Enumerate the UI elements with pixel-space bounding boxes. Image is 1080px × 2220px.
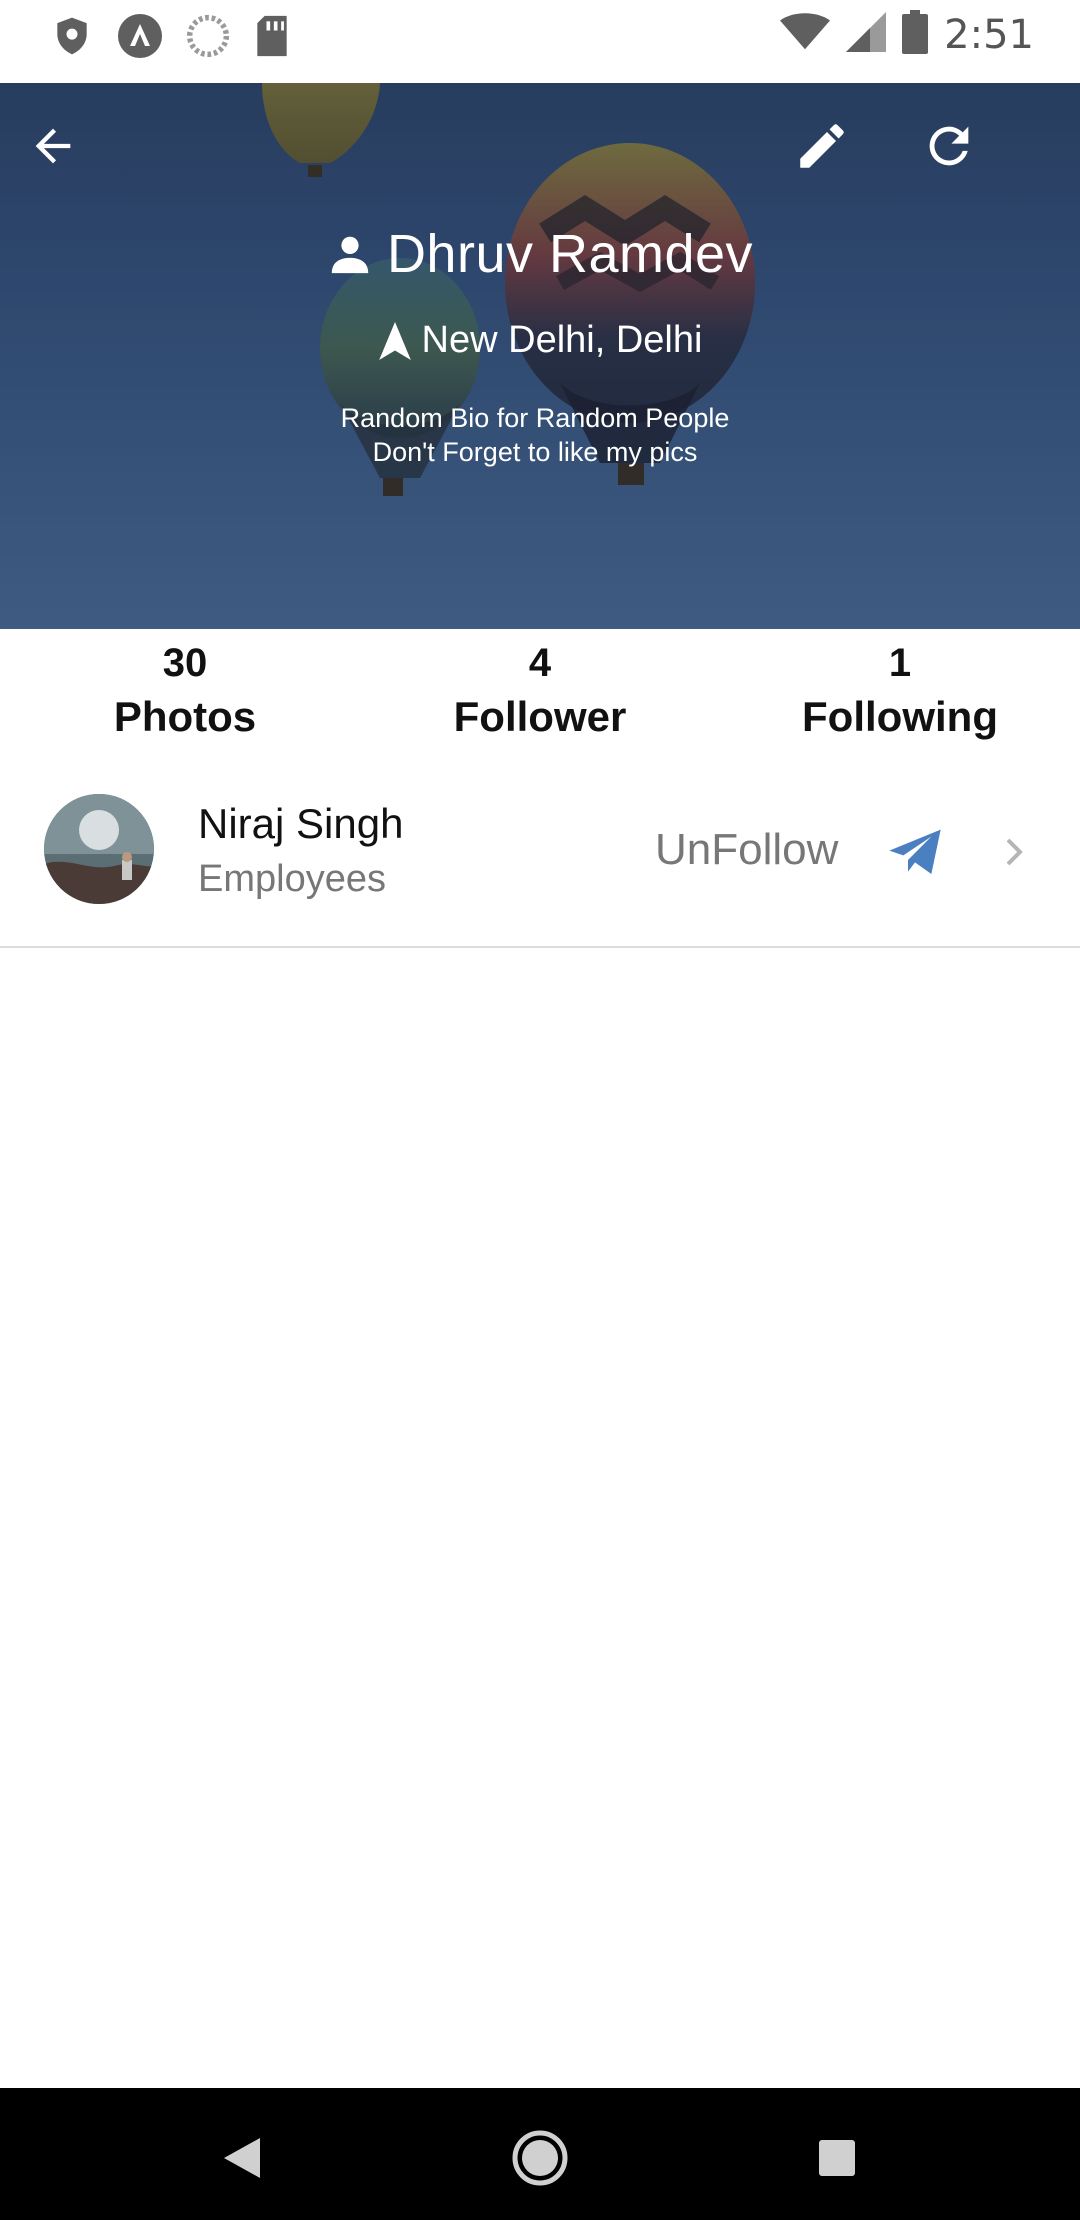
following-count: 1 bbox=[888, 641, 912, 685]
unfollow-button[interactable]: UnFollow bbox=[655, 825, 838, 875]
person-icon bbox=[331, 236, 369, 274]
stat-photos[interactable]: 30 Photos bbox=[85, 637, 285, 745]
profile-screen: 2:51 Dhruv Ramdev New Delhi, Delhi Rando… bbox=[0, 0, 1080, 2220]
followers-label: Follower bbox=[453, 693, 627, 740]
profile-location-row: New Delhi, Delhi bbox=[0, 319, 1080, 362]
sd-card-icon bbox=[252, 14, 292, 63]
arrow-left-icon bbox=[35, 128, 71, 164]
sync-circle-icon bbox=[186, 14, 230, 63]
profile-name-row: Dhruv Ramdev bbox=[0, 223, 1080, 285]
pencil-icon bbox=[800, 124, 844, 168]
status-bar: 2:51 bbox=[0, 0, 1080, 83]
photos-count: 30 bbox=[162, 641, 208, 685]
profile-bio: Random Bio for Random People Don't Forge… bbox=[0, 401, 1070, 469]
nav-back-icon bbox=[224, 2138, 260, 2178]
stat-followers[interactable]: 4 Follower bbox=[440, 637, 640, 745]
profile-location: New Delhi, Delhi bbox=[421, 319, 703, 361]
nav-recents-button[interactable] bbox=[797, 2118, 877, 2198]
status-system-icons: 2:51 bbox=[780, 10, 1034, 59]
list-item-subtitle: Employees bbox=[198, 858, 386, 900]
edit-profile-button[interactable] bbox=[777, 101, 867, 191]
profile-header: Dhruv Ramdev New Delhi, Delhi Random Bio… bbox=[0, 83, 1080, 629]
nav-home-icon bbox=[512, 2130, 568, 2186]
chevron-right-icon bbox=[1006, 838, 1023, 866]
bio-line: Random Bio for Random People bbox=[340, 403, 730, 433]
navigation-arrow-icon bbox=[378, 321, 411, 360]
profile-name: Dhruv Ramdev bbox=[386, 224, 754, 284]
avatar bbox=[44, 794, 154, 904]
nav-home-button[interactable] bbox=[500, 2118, 580, 2198]
refresh-button[interactable] bbox=[904, 101, 994, 191]
send-message-button[interactable] bbox=[887, 825, 943, 881]
status-time: 2:51 bbox=[944, 11, 1034, 58]
system-nav-bar bbox=[0, 2088, 1080, 2220]
nav-back-button[interactable] bbox=[202, 2118, 282, 2198]
profile-stats: 30 Photos 4 Follower 1 Following bbox=[0, 629, 1080, 759]
paper-plane-icon bbox=[889, 829, 941, 874]
refresh-icon bbox=[929, 126, 969, 166]
back-button[interactable] bbox=[8, 101, 98, 191]
app-a-icon bbox=[116, 12, 164, 65]
followers-count: 4 bbox=[528, 641, 552, 685]
bio-line: Don't Forget to like my pics bbox=[372, 437, 698, 467]
battery-icon bbox=[902, 10, 929, 59]
following-label: Following bbox=[802, 693, 998, 740]
wifi-icon bbox=[780, 12, 831, 57]
status-notification-icons bbox=[50, 12, 292, 65]
nav-recents-icon bbox=[819, 2140, 855, 2176]
cell-signal-icon bbox=[846, 12, 887, 57]
list-item[interactable]: Niraj Singh Employees UnFollow bbox=[0, 770, 1080, 948]
stat-following[interactable]: 1 Following bbox=[790, 637, 1010, 745]
open-detail-button[interactable] bbox=[998, 832, 1030, 872]
shield-icon bbox=[50, 14, 94, 63]
list-item-name: Niraj Singh bbox=[198, 800, 404, 847]
photos-label: Photos bbox=[113, 693, 257, 740]
